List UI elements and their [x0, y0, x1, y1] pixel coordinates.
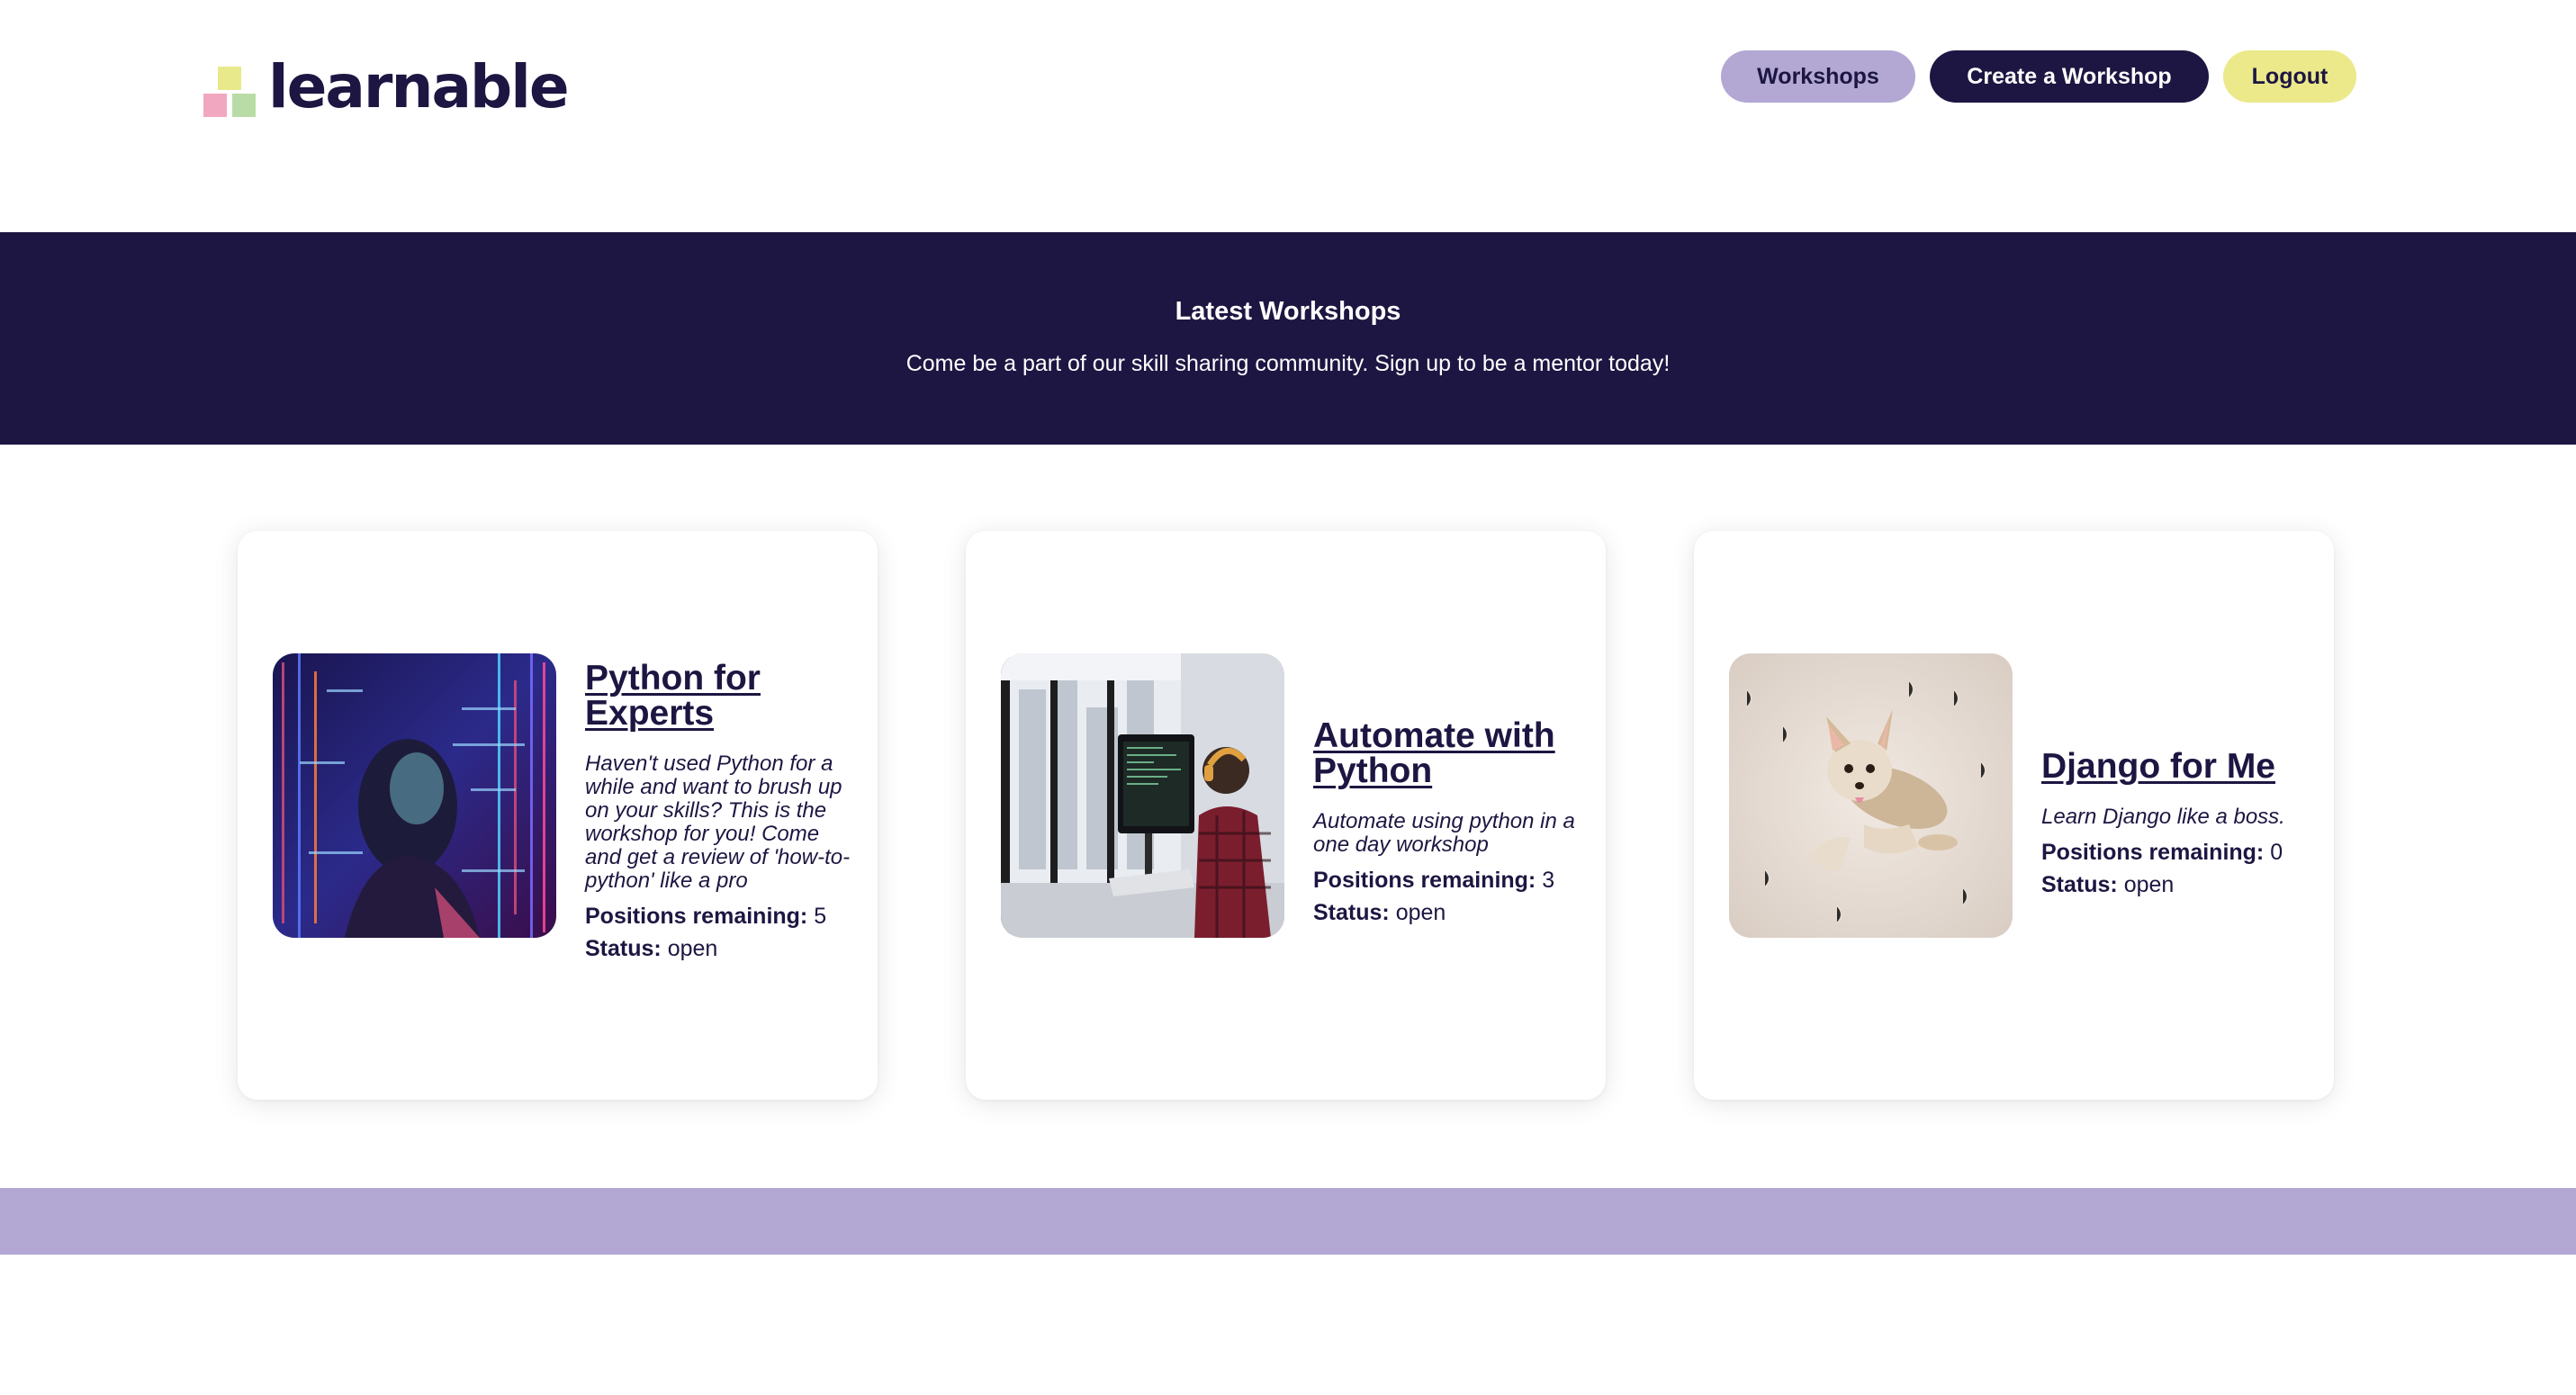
logo-text: learnable	[268, 52, 570, 122]
workshops-button[interactable]: Workshops	[1721, 50, 1915, 103]
workshop-title-link[interactable]: Automate with Python	[1313, 718, 1583, 788]
workshop-status: Status: open	[2041, 868, 2311, 901]
logout-button[interactable]: Logout	[2223, 50, 2356, 103]
workshop-card: Django for Me Learn Django like a boss. …	[1694, 531, 2334, 1100]
positions-value: 3	[1542, 868, 1555, 893]
workshop-image-python-for-experts[interactable]	[273, 653, 556, 938]
workshop-image-django-for-me[interactable]	[1729, 653, 2013, 938]
status-value: open	[667, 936, 718, 961]
positions-remaining: Positions remaining: 5	[585, 900, 855, 932]
status-label: Status:	[1313, 900, 1390, 925]
positions-remaining: Positions remaining: 0	[2041, 836, 2311, 868]
workshop-card: Python for Experts Haven't used Python f…	[238, 531, 878, 1100]
workshop-list: Python for Experts Haven't used Python f…	[238, 531, 2334, 1100]
main-nav: Workshops Create a Workshop Logout	[1721, 50, 2356, 103]
workshop-description: Learn Django like a boss.	[2041, 805, 2285, 829]
status-label: Status:	[585, 936, 662, 961]
hero-title: Latest Workshops	[1175, 297, 1401, 326]
hero-subtitle: Come be a part of our skill sharing comm…	[905, 351, 1671, 376]
status-label: Status:	[2041, 872, 2118, 897]
site-header: learnable Workshops Create a Workshop Lo…	[0, 0, 2576, 232]
workshop-status: Status: open	[585, 932, 855, 965]
logo-mark-icon	[203, 59, 256, 117]
workshop-description: Haven't used Python for a while and want…	[585, 752, 851, 893]
workshop-description: Automate using python in a one day works…	[1313, 809, 1575, 857]
positions-value: 0	[2270, 840, 2283, 865]
hero-banner: Latest Workshops Come be a part of our s…	[0, 232, 2576, 445]
status-value: open	[1395, 900, 1446, 925]
workshop-title-link[interactable]: Django for Me	[2041, 749, 2311, 784]
positions-label: Positions remaining:	[585, 904, 808, 929]
logo[interactable]: learnable	[203, 52, 570, 122]
workshop-status: Status: open	[1313, 896, 1583, 929]
positions-remaining: Positions remaining: 3	[1313, 864, 1583, 896]
status-value: open	[2123, 872, 2175, 897]
workshop-title-link[interactable]: Python for Experts	[585, 661, 855, 731]
create-workshop-button[interactable]: Create a Workshop	[1930, 50, 2209, 103]
positions-value: 5	[814, 904, 827, 929]
workshop-card: Automate with Python Automate using pyth…	[966, 531, 1606, 1100]
positions-label: Positions remaining:	[2041, 840, 2265, 865]
workshop-image-automate-with-python[interactable]	[1001, 653, 1284, 938]
footer-band	[0, 1188, 2576, 1255]
positions-label: Positions remaining:	[1313, 868, 1536, 893]
